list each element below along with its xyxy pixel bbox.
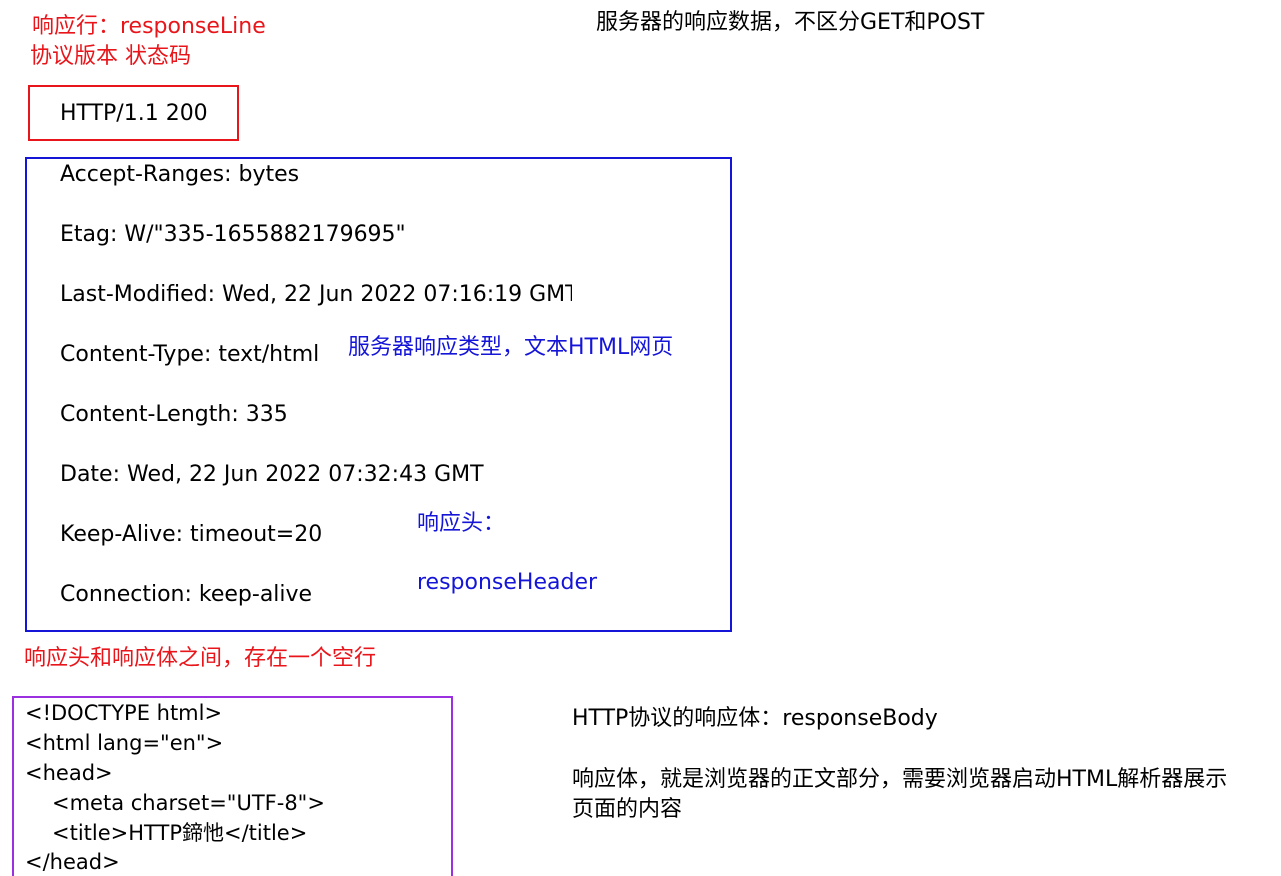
response-line-parts-label: 协议版本 状态码	[30, 44, 191, 69]
status-line-text: HTTP/1.1 200	[60, 101, 208, 126]
response-line-label: 响应行：responseLine	[32, 14, 266, 39]
header-accept-ranges: Accept-Ranges: bytes	[60, 162, 300, 187]
body-code-line: <html lang="en">	[25, 731, 224, 755]
content-type-annotation: 服务器响应类型，文本HTML网页	[348, 335, 674, 360]
top-caption: 服务器的响应数据，不区分GET和POST	[596, 10, 985, 35]
body-code-line: <head>	[25, 761, 113, 785]
response-body-label: HTTP协议的响应体：responseBody	[572, 706, 938, 731]
body-code-line: </head>	[25, 850, 120, 874]
response-body-description: 响应体，就是浏览器的正文部分，需要浏览器启动HTML解析器展示	[572, 767, 1228, 792]
header-content-type: Content-Type: text/html	[60, 342, 320, 367]
header-content-length: Content-Length: 335	[60, 402, 288, 427]
header-last-modified: Last-Modified: Wed, 22 Jun 2022 07:16:19…	[60, 282, 572, 307]
header-keep-alive: Keep-Alive: timeout=20	[60, 522, 323, 547]
response-body-description-cont: 页面的内容	[572, 797, 683, 822]
body-code-line: <!DOCTYPE html>	[25, 701, 223, 725]
blank-line-annotation: 响应头和响应体之间，存在一个空行	[24, 646, 377, 671]
body-code-line: <title>HTTP鍗忚</title>	[52, 821, 308, 845]
header-etag: Etag: W/"335-1655882179695"	[60, 222, 406, 247]
body-code-line: <meta charset="UTF-8">	[52, 791, 325, 815]
response-header-name: responseHeader	[417, 570, 598, 595]
header-date: Date: Wed, 22 Jun 2022 07:32:43 GMT	[60, 462, 484, 487]
response-header-label: 响应头：	[417, 511, 506, 536]
header-connection: Connection: keep-alive	[60, 582, 313, 607]
